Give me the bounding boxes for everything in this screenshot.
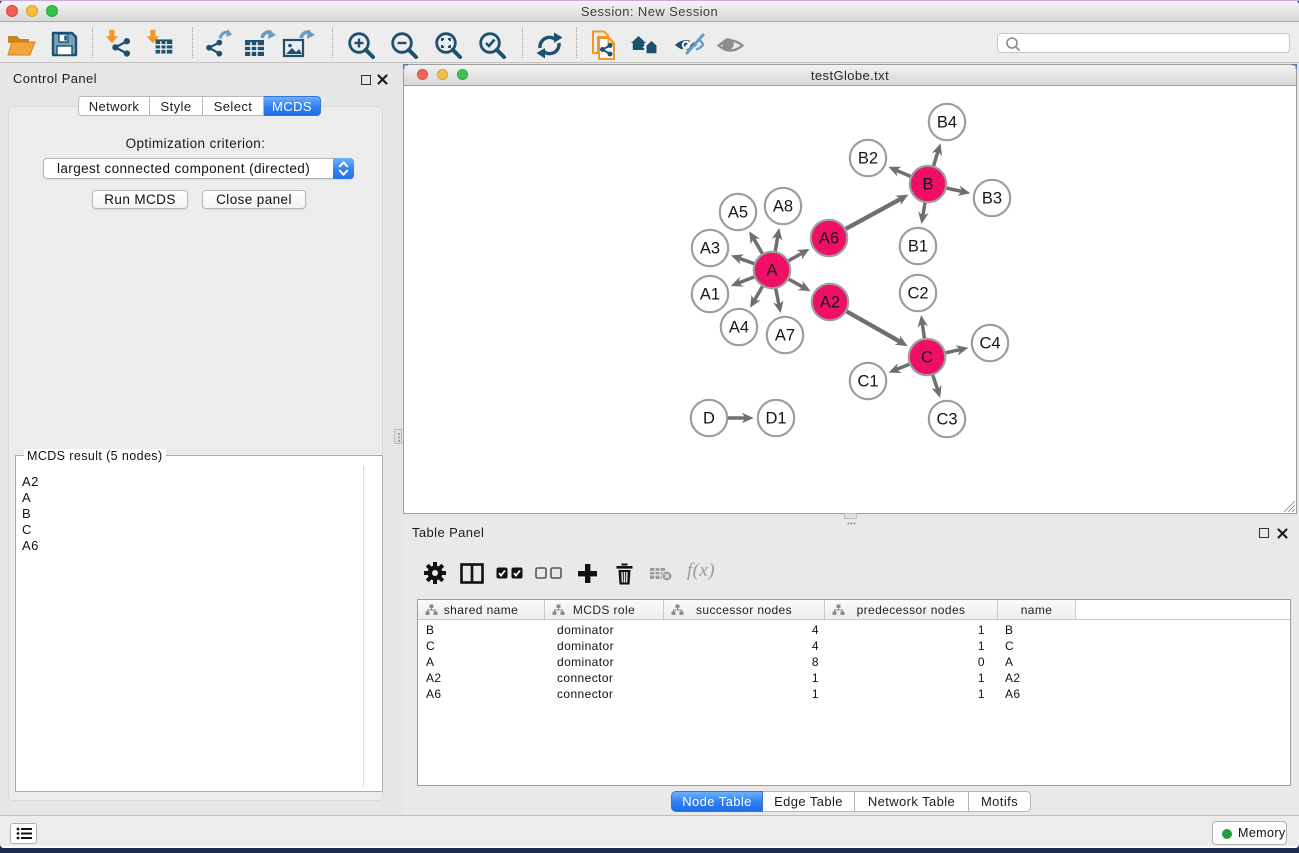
- svg-text:A: A: [766, 262, 777, 280]
- svg-text:D1: D1: [765, 410, 786, 428]
- svg-text:A5: A5: [728, 204, 748, 222]
- svg-text:B: B: [922, 176, 933, 194]
- svg-text:C2: C2: [907, 285, 928, 303]
- svg-text:A4: A4: [729, 319, 749, 337]
- svg-text:C4: C4: [979, 335, 1000, 353]
- svg-text:B3: B3: [982, 190, 1002, 208]
- svg-text:C: C: [921, 349, 933, 367]
- svg-text:A1: A1: [700, 286, 720, 304]
- svg-text:B4: B4: [937, 114, 957, 132]
- svg-text:B2: B2: [858, 150, 878, 168]
- svg-text:C3: C3: [936, 411, 957, 429]
- svg-text:A8: A8: [773, 198, 793, 216]
- svg-text:B1: B1: [908, 238, 928, 256]
- svg-text:A6: A6: [819, 230, 839, 248]
- svg-text:C1: C1: [857, 373, 878, 391]
- svg-text:A2: A2: [820, 294, 840, 312]
- svg-text:D: D: [703, 410, 715, 428]
- svg-text:A3: A3: [700, 240, 720, 258]
- svg-text:A7: A7: [775, 327, 795, 345]
